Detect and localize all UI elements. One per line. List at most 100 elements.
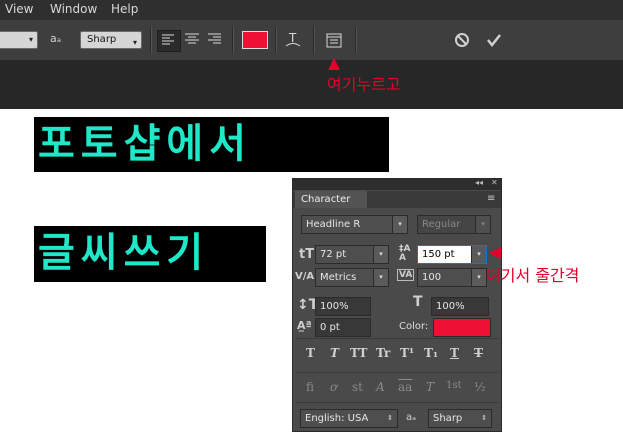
color-label: Color: [399, 321, 429, 332]
panel-antialias-dropdown[interactable]: Sharp ⇕ [428, 409, 492, 428]
commit-icon [487, 34, 501, 48]
menu-help[interactable]: Help [111, 2, 138, 16]
chevron-down-icon: ▾ [475, 216, 490, 233]
chevron-down-icon: ▾ [471, 269, 486, 286]
annotation-arrow-up-icon [328, 58, 340, 70]
toggle-character-panel-button[interactable] [323, 30, 345, 52]
align-right-icon [208, 33, 221, 44]
tracking-value: 100 [422, 272, 442, 283]
old-style-button[interactable]: ơ [330, 380, 337, 394]
font-size-dropdown[interactable]: ▾ [0, 31, 38, 49]
align-left-icon [162, 34, 174, 45]
separator [150, 26, 152, 54]
chevron-down-icon: ▾ [471, 246, 486, 263]
separator [275, 26, 277, 54]
align-right-button[interactable] [205, 30, 225, 50]
leading-icon: ‡A A [399, 244, 411, 263]
font-size-value: 72 pt [320, 249, 347, 260]
titling-button[interactable]: T [426, 380, 434, 394]
warp-text-button[interactable]: T [283, 29, 303, 55]
contextual-alternates-button[interactable]: aa [398, 380, 412, 394]
all-caps-button[interactable]: TT [350, 346, 367, 360]
swash-button[interactable]: A [376, 380, 385, 394]
close-icon[interactable]: ✕ [491, 178, 498, 187]
font-style-dropdown[interactable]: Regular ▾ [417, 215, 491, 234]
annotation-top: 여기누르고 [327, 75, 401, 94]
baseline-shift-field[interactable]: 0 pt [315, 318, 371, 337]
tracking-icon: VA [397, 269, 415, 281]
cancel-icon [455, 33, 469, 47]
cancel-button[interactable] [452, 30, 472, 50]
menu-view[interactable]: View [5, 2, 33, 16]
language-dropdown[interactable]: English: USA ⇕ [300, 409, 398, 428]
chevron-down-icon: ▾ [373, 269, 388, 286]
vertical-scale-field[interactable]: 100% [315, 297, 371, 316]
canvas-text-line-1[interactable]: 포토샵에서 [34, 117, 389, 172]
small-caps-button[interactable]: Tr [376, 346, 390, 360]
commit-button[interactable] [484, 30, 504, 50]
tab-character[interactable]: Character [295, 191, 367, 208]
antialias-value: Sharp [87, 34, 117, 45]
separator [232, 26, 234, 54]
font-size-icon: tT [299, 247, 315, 262]
panel-titlebar[interactable]: ◂◂ ✕ [293, 178, 501, 190]
tracking-dropdown[interactable]: 100 ▾ [417, 268, 487, 287]
antialias-icon: aₐ [50, 32, 62, 45]
font-style-value: Regular [422, 219, 461, 230]
text-color-swatch[interactable] [242, 31, 268, 49]
ordinals-button[interactable]: 1st [446, 380, 462, 391]
separator [355, 26, 357, 54]
leading-value: 150 pt [422, 249, 455, 260]
strikethrough-button[interactable]: T [474, 346, 483, 360]
annotation-leading: 여기서 줄간격 [486, 266, 580, 285]
align-center-button[interactable] [182, 30, 202, 50]
panel-antialias-value: Sharp [433, 413, 463, 424]
font-size-field[interactable]: 72 pt ▾ [315, 245, 389, 264]
divider [296, 402, 498, 403]
horizontal-scale-field[interactable]: 100% [431, 297, 489, 316]
font-family-dropdown[interactable]: Headline R ▾ [301, 215, 408, 234]
leading-field[interactable]: 150 pt ▾ [417, 245, 487, 264]
menu-window[interactable]: Window [50, 2, 97, 16]
align-center-icon [185, 33, 199, 44]
faux-italic-button[interactable]: T [330, 346, 339, 360]
baseline-shift-icon: A̲ª [297, 319, 312, 332]
underline-button[interactable]: T [450, 346, 459, 360]
divider [296, 372, 498, 373]
horizontal-scale-icon: T [413, 294, 423, 310]
chevron-down-icon: ▾ [132, 38, 137, 47]
subscript-button[interactable]: T₁ [424, 346, 438, 360]
stylistic-alternates-button[interactable]: st [352, 380, 363, 394]
document-tab-area [0, 61, 623, 109]
color-swatch[interactable] [433, 318, 491, 337]
chevron-updown-icon: ⇕ [477, 410, 491, 427]
faux-bold-button[interactable]: T [306, 346, 315, 360]
antialias-icon: aₐ [406, 412, 417, 423]
kerning-dropdown[interactable]: Metrics ▾ [315, 268, 389, 287]
menu-bar: View Window Help [0, 0, 623, 20]
kerning-value: Metrics [320, 272, 357, 283]
language-value: English: USA [305, 413, 369, 424]
options-bar: ▾ aₐ Sharp ▾ T [0, 20, 623, 61]
fractions-button[interactable]: ½ [474, 380, 486, 394]
character-panel-icon [326, 33, 342, 48]
warp-text-icon: T [285, 31, 301, 47]
collapse-icon[interactable]: ◂◂ [475, 178, 483, 187]
annotation-arrow-left-icon [489, 247, 501, 259]
ligatures-button[interactable]: fi [306, 380, 314, 394]
separator [313, 26, 315, 54]
panel-menu-icon[interactable]: ≡ [487, 193, 495, 204]
canvas-text-line-2[interactable]: 글씨쓰기 [34, 226, 266, 282]
character-panel: ◂◂ ✕ Character ≡ Headline R ▾ Regular ▾ tT… [292, 178, 502, 432]
superscript-button[interactable]: T¹ [400, 346, 414, 360]
svg-text:T: T [288, 31, 297, 45]
chevron-down-icon: ▾ [28, 35, 33, 44]
chevron-down-icon: ▾ [392, 216, 407, 233]
divider [296, 338, 498, 339]
align-left-button[interactable] [157, 30, 181, 52]
chevron-updown-icon: ⇕ [383, 410, 397, 427]
font-family-value: Headline R [306, 219, 361, 230]
antialias-dropdown[interactable]: Sharp ▾ [80, 31, 142, 49]
chevron-down-icon: ▾ [373, 246, 388, 263]
kerning-icon: V/A [295, 271, 315, 282]
